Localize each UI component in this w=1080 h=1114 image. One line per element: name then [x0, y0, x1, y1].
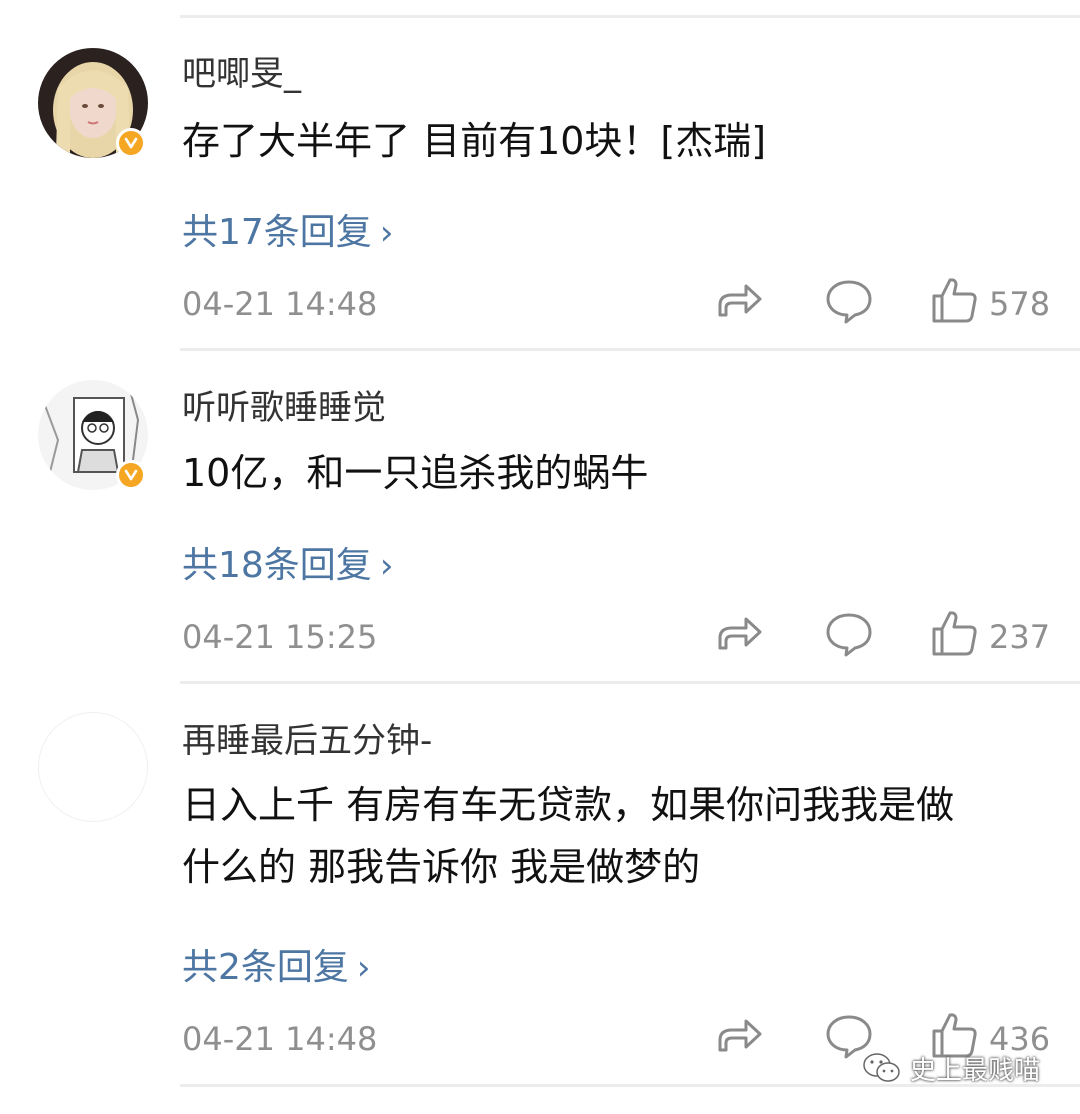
comment-text: 日入上千 有房有车无贷款，如果你问我我是做 什么的 那我告诉你 我是做梦的 [182, 774, 1052, 898]
comment-time: 04-21 15:25 [182, 618, 378, 656]
comment-time: 04-21 14:48 [182, 285, 378, 323]
view-replies-link[interactable]: 共18条回复 › [182, 536, 393, 588]
comment-text: 10亿，和一只追杀我的蜗牛 [182, 442, 1052, 504]
speech-bubble-icon [826, 280, 872, 324]
username[interactable]: 再睡最后五分钟- [182, 713, 432, 762]
comment-text-line: 存了大半年了 目前有10块！[杰瑞] [182, 119, 767, 163]
verified-v-badge-icon [116, 460, 146, 490]
replies-label: 共18条回复 [182, 545, 372, 586]
divider [180, 348, 1080, 351]
divider [180, 15, 1080, 18]
comment-text-line: 10亿，和一只追杀我的蜗牛 [182, 451, 649, 495]
like-button[interactable] [930, 608, 980, 658]
verified-v-badge-icon [116, 128, 146, 158]
comment-button[interactable] [824, 608, 874, 658]
divider [180, 681, 1080, 684]
replies-label: 共2条回复 [182, 947, 349, 988]
speech-bubble-icon [826, 613, 872, 657]
username[interactable]: 吧唧旻_ [182, 46, 301, 95]
avatar[interactable] [38, 712, 148, 822]
username[interactable]: 听听歌睡睡觉 [182, 380, 386, 429]
like-button[interactable] [930, 275, 980, 325]
comment-button[interactable] [824, 275, 874, 325]
like-count: 578 [989, 285, 1051, 323]
comment-time: 04-21 14:48 [182, 1020, 378, 1058]
share-button[interactable] [714, 1010, 764, 1060]
like-count: 237 [989, 618, 1051, 656]
share-arrow-icon [718, 1019, 762, 1052]
watermark-text: 史上最贱喵 [910, 1055, 1041, 1086]
view-replies-link[interactable]: 共17条回复 › [182, 203, 393, 255]
comment-list-page: 吧唧旻_ 存了大半年了 目前有10块！[杰瑞] 共17条回复 › 04-21 14… [0, 0, 1080, 1114]
comment-text-line: 什么的 那我告诉你 我是做梦的 [182, 845, 701, 889]
share-button[interactable] [714, 608, 764, 658]
thumbs-up-icon [932, 278, 977, 323]
share-button[interactable] [714, 275, 764, 325]
watermark: 史上最贱喵 [862, 1048, 1040, 1088]
wechat-logo-icon [863, 1053, 900, 1082]
chevron-right-icon: › [379, 213, 394, 253]
share-arrow-icon [718, 284, 762, 317]
chevron-right-icon: › [379, 546, 394, 586]
share-arrow-icon [718, 617, 762, 650]
comment-text: 存了大半年了 目前有10块！[杰瑞] [182, 110, 1052, 172]
replies-label: 共17条回复 [182, 212, 372, 253]
view-replies-link[interactable]: 共2条回复 › [182, 938, 371, 990]
thumbs-up-icon [932, 611, 977, 656]
comment-text-line: 日入上千 有房有车无贷款，如果你问我我是做 [182, 783, 955, 827]
chevron-right-icon: › [356, 948, 371, 988]
